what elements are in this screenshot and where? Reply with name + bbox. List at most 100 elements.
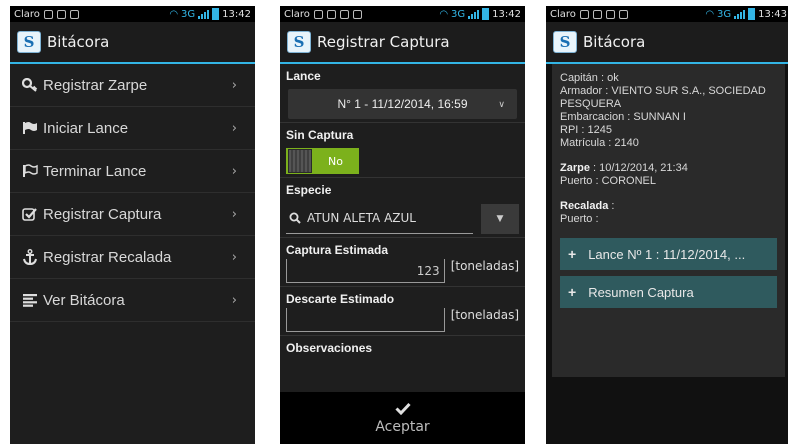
page-title: Bitácora [583, 33, 646, 51]
main-menu: Registrar Zarpe › Iniciar Lance › Termin… [10, 64, 255, 444]
armador-text-cont: PESQUERA [560, 98, 622, 110]
notification-icon [69, 9, 79, 19]
menu-item-registrar-captura[interactable]: Registrar Captura › [10, 193, 255, 236]
accept-label: Aceptar [375, 418, 430, 435]
checkbox-icon [22, 207, 40, 221]
notification-icon [326, 9, 336, 19]
captura-estimada-row: 123 [toneladas] [286, 259, 519, 283]
bitacora-card: Capitán : ok Armador : VIENTO SUR S.A., … [552, 64, 785, 377]
recalada-puerto-text: Puerto : [560, 213, 599, 225]
app-logo-icon[interactable]: S [553, 31, 577, 53]
captura-form: Lance N° 1 - 11/12/2014, 16:59 ∨ Sin Cap… [280, 64, 525, 392]
especie-row: ATUN ALETA AZUL ▼ [286, 203, 519, 234]
zarpe-info: Zarpe : 10/12/2014, 21:34 Puerto : CORON… [560, 162, 777, 188]
recalada-label: Recalada [560, 200, 609, 212]
embarcacion-text: Embarcacion : SUNNAN I [560, 111, 686, 123]
chevron-down-icon: ∨ [498, 98, 505, 109]
status-bar: Claro ◠ 3G 13:42 [280, 6, 525, 22]
lance-label: Lance [286, 69, 321, 83]
toggle-knob [288, 149, 312, 173]
notification-icon [43, 9, 53, 19]
action-bar: S Bitácora [546, 22, 788, 64]
flag-filled-icon [22, 121, 40, 135]
menu-item-terminar-lance[interactable]: Terminar Lance › [10, 150, 255, 193]
plus-icon: + [568, 245, 577, 262]
observaciones-label: Observaciones [286, 341, 373, 355]
chevron-right-icon: › [231, 206, 237, 222]
carrier-label: Claro [550, 8, 576, 20]
clock: 13:42 [492, 8, 521, 20]
lance-select[interactable]: N° 1 - 11/12/2014, 16:59 ∨ [288, 89, 517, 119]
battery-icon [212, 8, 220, 20]
menu-item-label: Iniciar Lance [43, 119, 129, 137]
captura-unit-label: [toneladas] [450, 259, 519, 273]
screen-bitacora: Claro ◠ 3G 13:43 S Bitácora Capitán : ok… [546, 6, 788, 444]
descarte-estimado-label: Descarte Estimado [286, 292, 395, 306]
chevron-right-icon: › [231, 120, 237, 136]
status-bar: Claro ◠ 3G 13:42 [10, 6, 255, 22]
notification-icon [352, 9, 362, 19]
resumen-captura-expander[interactable]: + Resumen Captura [560, 276, 777, 308]
notification-icon [605, 9, 615, 19]
signal-icon [734, 9, 746, 19]
sin-captura-toggle[interactable]: No [286, 148, 359, 174]
menu-item-registrar-recalada[interactable]: Registrar Recalada › [10, 236, 255, 279]
notification-icon [339, 9, 349, 19]
recalada-value: : [608, 200, 615, 212]
signal-icon [198, 9, 210, 19]
page-title: Registrar Captura [317, 33, 450, 51]
search-icon [289, 212, 301, 224]
chevron-right-icon: › [231, 292, 237, 308]
network-label: 3G [181, 8, 196, 20]
list-icon [22, 293, 40, 307]
notification-icon [592, 9, 602, 19]
menu-item-label: Registrar Zarpe [43, 76, 148, 94]
accept-button[interactable]: Aceptar [280, 392, 525, 444]
especie-label: Especie [286, 183, 332, 197]
toggle-value: No [328, 154, 343, 168]
anchor-icon [22, 249, 40, 265]
bitacora-content: Capitán : ok Armador : VIENTO SUR S.A., … [546, 64, 788, 444]
especie-dropdown-button[interactable]: ▼ [481, 203, 519, 234]
screen-registrar-captura: Claro ◠ 3G 13:42 S Registrar Captura Lan… [280, 6, 525, 444]
zarpe-value: : 10/12/2014, 21:34 [589, 162, 688, 174]
captura-estimada-input[interactable]: 123 [286, 259, 445, 283]
descarte-estimado-input[interactable] [286, 308, 445, 332]
clock: 13:43 [758, 8, 787, 20]
menu-item-ver-bitacora[interactable]: Ver Bitácora › [10, 279, 255, 322]
recalada-info: Recalada : Puerto : [560, 200, 777, 226]
lance-expander[interactable]: + Lance Nº 1 : 11/12/2014, ... [560, 238, 777, 270]
rpi-text: RPI : 1245 [560, 124, 612, 136]
action-bar: S Registrar Captura [280, 22, 525, 64]
clock: 13:42 [222, 8, 251, 20]
notification-icon [618, 9, 628, 19]
lance-select-value: N° 1 - 11/12/2014, 16:59 [337, 97, 468, 111]
notification-icon [313, 9, 323, 19]
captura-estimada-label: Captura Estimada [286, 243, 389, 257]
chevron-right-icon: › [231, 249, 237, 265]
app-logo-icon[interactable]: S [17, 31, 41, 53]
menu-item-label: Registrar Captura [43, 205, 162, 223]
menu-item-iniciar-lance[interactable]: Iniciar Lance › [10, 107, 255, 150]
chevron-right-icon: › [231, 163, 237, 179]
menu-item-label: Ver Bitácora [43, 291, 125, 309]
app-logo-icon[interactable]: S [287, 31, 311, 53]
zarpe-label: Zarpe [560, 162, 590, 174]
especie-search-input[interactable]: ATUN ALETA AZUL [286, 203, 473, 234]
carrier-label: Claro [284, 8, 310, 20]
chevron-right-icon: › [231, 77, 237, 93]
screen-menu: Claro ◠ 3G 13:42 S Bitácora Registrar Za… [10, 6, 255, 444]
wifi-icon: ◠ [439, 8, 449, 20]
flag-outline-icon [22, 164, 40, 178]
notification-icon [56, 9, 66, 19]
menu-item-registrar-zarpe[interactable]: Registrar Zarpe › [10, 64, 255, 107]
capitan-text: Capitán : ok [560, 72, 619, 84]
action-bar: S Bitácora [10, 22, 255, 64]
status-bar: Claro ◠ 3G 13:43 [546, 6, 788, 22]
page-title: Bitácora [47, 33, 110, 51]
signal-icon [468, 9, 480, 19]
menu-item-label: Registrar Recalada [43, 248, 172, 266]
caret-down-icon: ▼ [496, 213, 504, 224]
matricula-text: Matrícula : 2140 [560, 137, 639, 149]
plus-icon: + [568, 283, 577, 300]
